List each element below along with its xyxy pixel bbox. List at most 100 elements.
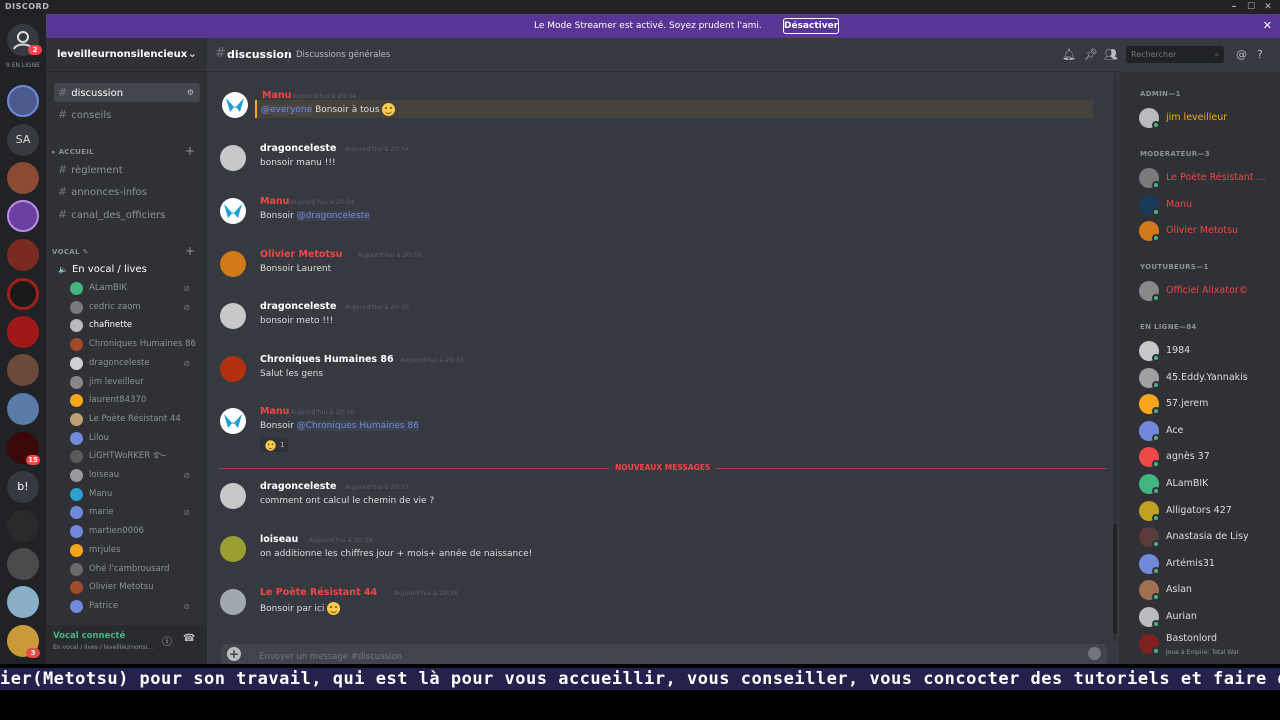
message-composer[interactable]: + Envoyer un message #discussion [221, 644, 1107, 664]
avatar[interactable] [220, 251, 246, 277]
upload-plus-icon[interactable]: + [227, 647, 241, 661]
mention[interactable]: @dragonceleste [296, 211, 370, 221]
avatar[interactable] [220, 145, 246, 171]
member-item[interactable]: Officiel Alixator© [1139, 280, 1279, 302]
channel-conseils[interactable]: # conseils [54, 105, 200, 124]
message-author[interactable]: Manu [262, 90, 291, 101]
avatar[interactable] [220, 408, 246, 434]
voice-user[interactable]: Lilou [70, 430, 200, 447]
reaction[interactable]: 1 [260, 438, 289, 452]
message-author[interactable]: Manu [260, 196, 289, 207]
member-item[interactable]: Aslan [1139, 579, 1279, 602]
member-item[interactable]: Anastasia de Lisy [1139, 526, 1279, 549]
mention-icon[interactable]: @ [1236, 48, 1247, 61]
voice-user[interactable]: ALamBIK ⊘ [70, 280, 200, 297]
server-icon[interactable] [7, 278, 39, 310]
help-icon[interactable]: ? [1257, 48, 1263, 61]
disconnect-icon[interactable]: ☎ [183, 633, 195, 644]
server-icon[interactable] [7, 316, 39, 348]
settings-icon[interactable]: ⚙ [187, 83, 194, 102]
banner-close-icon[interactable]: ✕ [1263, 19, 1272, 32]
minimize-button[interactable]: – [1226, 0, 1242, 14]
avatar[interactable] [220, 198, 246, 224]
member-item[interactable]: 1984 [1139, 340, 1279, 362]
voice-channel[interactable]: 🔈 En vocal / lives [54, 260, 200, 279]
server-sa[interactable]: SA [7, 124, 39, 156]
message-author[interactable]: Olivier Metotsu [260, 249, 342, 260]
info-icon[interactable]: ⓘ [162, 633, 172, 648]
mention[interactable]: @Chroniques Humaines 86 [296, 421, 419, 431]
avatar[interactable] [220, 303, 246, 329]
member-item[interactable]: Ace [1139, 420, 1279, 442]
search-input[interactable]: Rechercher ⌕ [1126, 46, 1224, 63]
server-b[interactable]: b! [7, 471, 39, 503]
voice-user[interactable]: marie ⊘ [70, 504, 200, 521]
voice-user[interactable]: laurent84370 [70, 392, 200, 409]
guild-header[interactable]: leveilleurnonsilencieux ⌄ [46, 38, 207, 72]
server-icon[interactable] [7, 239, 39, 271]
voice-user[interactable]: Ohé l'cambrousard [70, 561, 200, 578]
voice-user[interactable]: Patrice ⊘ [70, 598, 200, 615]
avatar[interactable] [220, 589, 246, 615]
category-accueil[interactable]: ▸ ACCUEIL [52, 148, 94, 156]
message-author[interactable]: Chroniques Humaines 86 [260, 354, 394, 365]
emoji-picker-icon[interactable] [1088, 647, 1101, 660]
server-icon[interactable] [7, 510, 39, 542]
disable-streamer-button[interactable]: Désactiver [783, 18, 839, 34]
voice-user[interactable]: Chroniques Humaines 86 [70, 336, 200, 353]
member-item[interactable]: Alligators 427 [1139, 500, 1279, 522]
voice-user[interactable]: cedric zaom ⊘ [70, 299, 200, 316]
mention[interactable]: @everyone [261, 105, 313, 115]
member-item[interactable]: Olivier Metotsu [1139, 220, 1279, 242]
member-item[interactable]: jim leveilleur [1139, 107, 1279, 129]
avatar[interactable] [220, 483, 246, 509]
close-window-button[interactable]: ✕ [1260, 0, 1276, 14]
avatar[interactable] [220, 536, 246, 562]
add-channel-icon[interactable]: + [185, 244, 195, 258]
voice-user[interactable]: chafinette [70, 317, 200, 334]
maximize-button[interactable]: ☐ [1243, 0, 1259, 14]
member-item[interactable]: Manu [1139, 194, 1279, 216]
channel-annonces[interactable]: # annonces-infos [54, 182, 200, 201]
category-vocal[interactable]: VOCAL ✎ [52, 248, 89, 256]
avatar[interactable] [222, 92, 248, 118]
voice-user[interactable]: LiGHTWoRKER ࿐ [70, 448, 200, 465]
message-author[interactable]: Le Poète Résistant 44 [260, 587, 377, 598]
member-item[interactable]: ALamBIK [1139, 473, 1279, 495]
channel-reglement[interactable]: # règlement [54, 160, 200, 179]
voice-user[interactable]: loiseau ⊘ [70, 467, 200, 484]
member-item[interactable]: Le Poète Résistant ... [1139, 167, 1279, 189]
voice-user[interactable]: Olivier Metotsu [70, 579, 200, 596]
members-icon[interactable]: 👥︎ [1104, 48, 1118, 61]
message-author[interactable]: dragonceleste [260, 143, 336, 154]
member-item[interactable]: Artémis31 [1139, 553, 1279, 575]
message-author[interactable]: loiseau [260, 534, 298, 545]
server-icon[interactable] [7, 393, 39, 425]
member-item[interactable]: Bastonlord Joue à Empire: Total War [1139, 633, 1279, 656]
voice-user[interactable]: mrjules [70, 542, 200, 559]
voice-user[interactable]: Manu [70, 486, 200, 503]
member-item[interactable]: 45.Eddy.Yannakis [1139, 367, 1279, 389]
voice-user[interactable]: Le Poète Résistant 44 [70, 411, 200, 428]
channel-discussion[interactable]: # discussion ⚙ [54, 83, 200, 102]
server-icon[interactable] [7, 354, 39, 386]
voice-user[interactable]: martien0006 [70, 523, 200, 540]
channel-officiers[interactable]: # canal_des_officiers [54, 205, 200, 224]
scrollbar[interactable] [1113, 72, 1117, 642]
add-channel-icon[interactable]: + [185, 144, 195, 158]
pin-icon[interactable]: 📌︎ [1084, 48, 1098, 61]
voice-user[interactable]: jim leveilleur [70, 374, 200, 391]
scrollbar-thumb[interactable] [1113, 524, 1117, 634]
message-author[interactable]: dragonceleste [260, 301, 336, 312]
member-item[interactable]: agnès 37 [1139, 446, 1279, 469]
server-icon-active[interactable] [7, 200, 39, 232]
message-author[interactable]: Manu [260, 406, 289, 417]
server-icon[interactable] [7, 586, 39, 618]
member-item[interactable]: Aurian [1139, 606, 1279, 628]
server-icon[interactable] [7, 85, 39, 117]
server-icon[interactable] [7, 162, 39, 194]
voice-user[interactable]: dragonceleste ⊘ [70, 355, 200, 372]
server-icon[interactable] [7, 548, 39, 580]
member-item[interactable]: 57.jerem [1139, 393, 1279, 416]
bell-icon[interactable]: 🔔︎ [1062, 48, 1076, 61]
